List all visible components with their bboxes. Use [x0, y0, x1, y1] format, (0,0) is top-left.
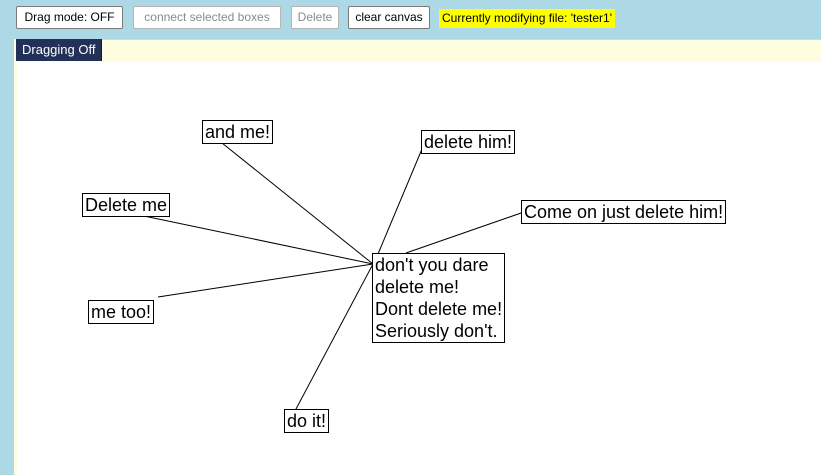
text-box[interactable]: delete him!	[421, 130, 516, 154]
toolbar: Drag mode: OFF connect selected boxes De…	[0, 0, 821, 36]
connector-line	[377, 148, 423, 255]
clear-canvas-button[interactable]: clear canvas	[348, 6, 430, 29]
current-file-status: Currently modifying file: 'tester1'	[439, 9, 615, 28]
connector-line	[157, 263, 374, 298]
connect-selected-boxes-button[interactable]: connect selected boxes	[133, 6, 281, 29]
connector-line	[295, 263, 374, 410]
connector-line	[221, 142, 374, 265]
drag-mode-button[interactable]: Drag mode: OFF	[16, 6, 123, 29]
connector-line	[143, 215, 374, 265]
text-box[interactable]: do it!	[284, 409, 330, 433]
canvas-area[interactable]: Dragging Off and me! delete him! Delete …	[14, 39, 821, 475]
text-box[interactable]: don't you dare delete me! Dont delete me…	[372, 253, 506, 343]
text-box[interactable]: and me!	[202, 120, 274, 144]
delete-button[interactable]: Delete	[291, 6, 339, 29]
text-box[interactable]: Come on just delete him!	[521, 200, 727, 224]
text-box[interactable]: me too!	[88, 300, 155, 324]
connector-line	[405, 211, 525, 254]
text-box[interactable]: Delete me	[82, 193, 171, 217]
